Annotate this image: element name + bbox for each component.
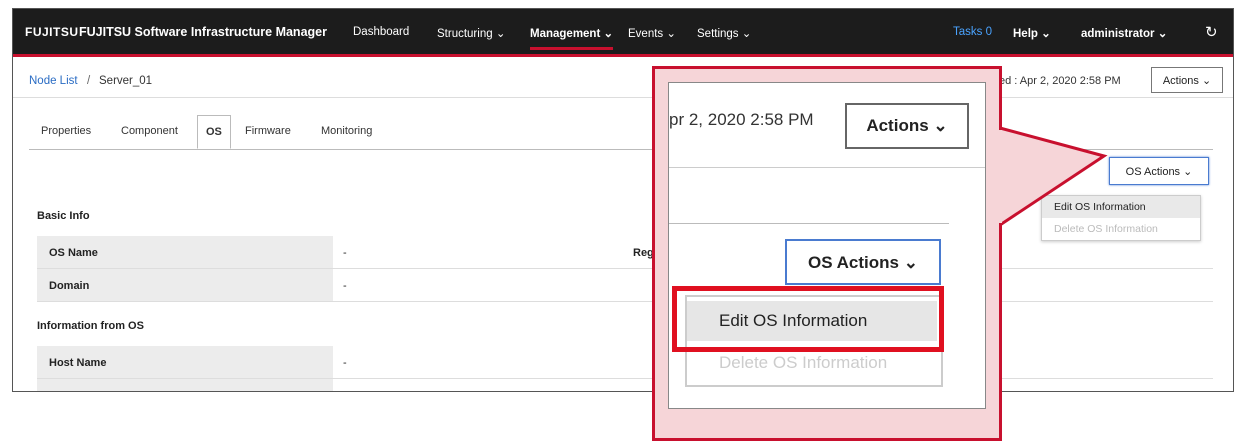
chevron-down-icon: ⌄ <box>903 253 918 272</box>
zoom-os-actions-label: OS Actions <box>808 253 899 272</box>
zoom-os-actions-button[interactable]: OS Actions ⌄ <box>785 239 941 285</box>
zoom-last-updated: pr 2, 2020 2:58 PM <box>669 110 814 129</box>
zoom-panel: pr 2, 2020 2:58 PM Actions ⌄ OS Actions … <box>668 82 986 409</box>
callout-pointer-cover <box>998 130 1002 223</box>
zoom-actions-label: Actions <box>866 116 929 135</box>
chevron-down-icon: ⌄ <box>933 116 948 135</box>
highlight-box <box>672 286 944 352</box>
divider <box>669 167 985 168</box>
zoom-actions-button[interactable]: Actions ⌄ <box>845 103 969 149</box>
divider <box>669 223 949 224</box>
